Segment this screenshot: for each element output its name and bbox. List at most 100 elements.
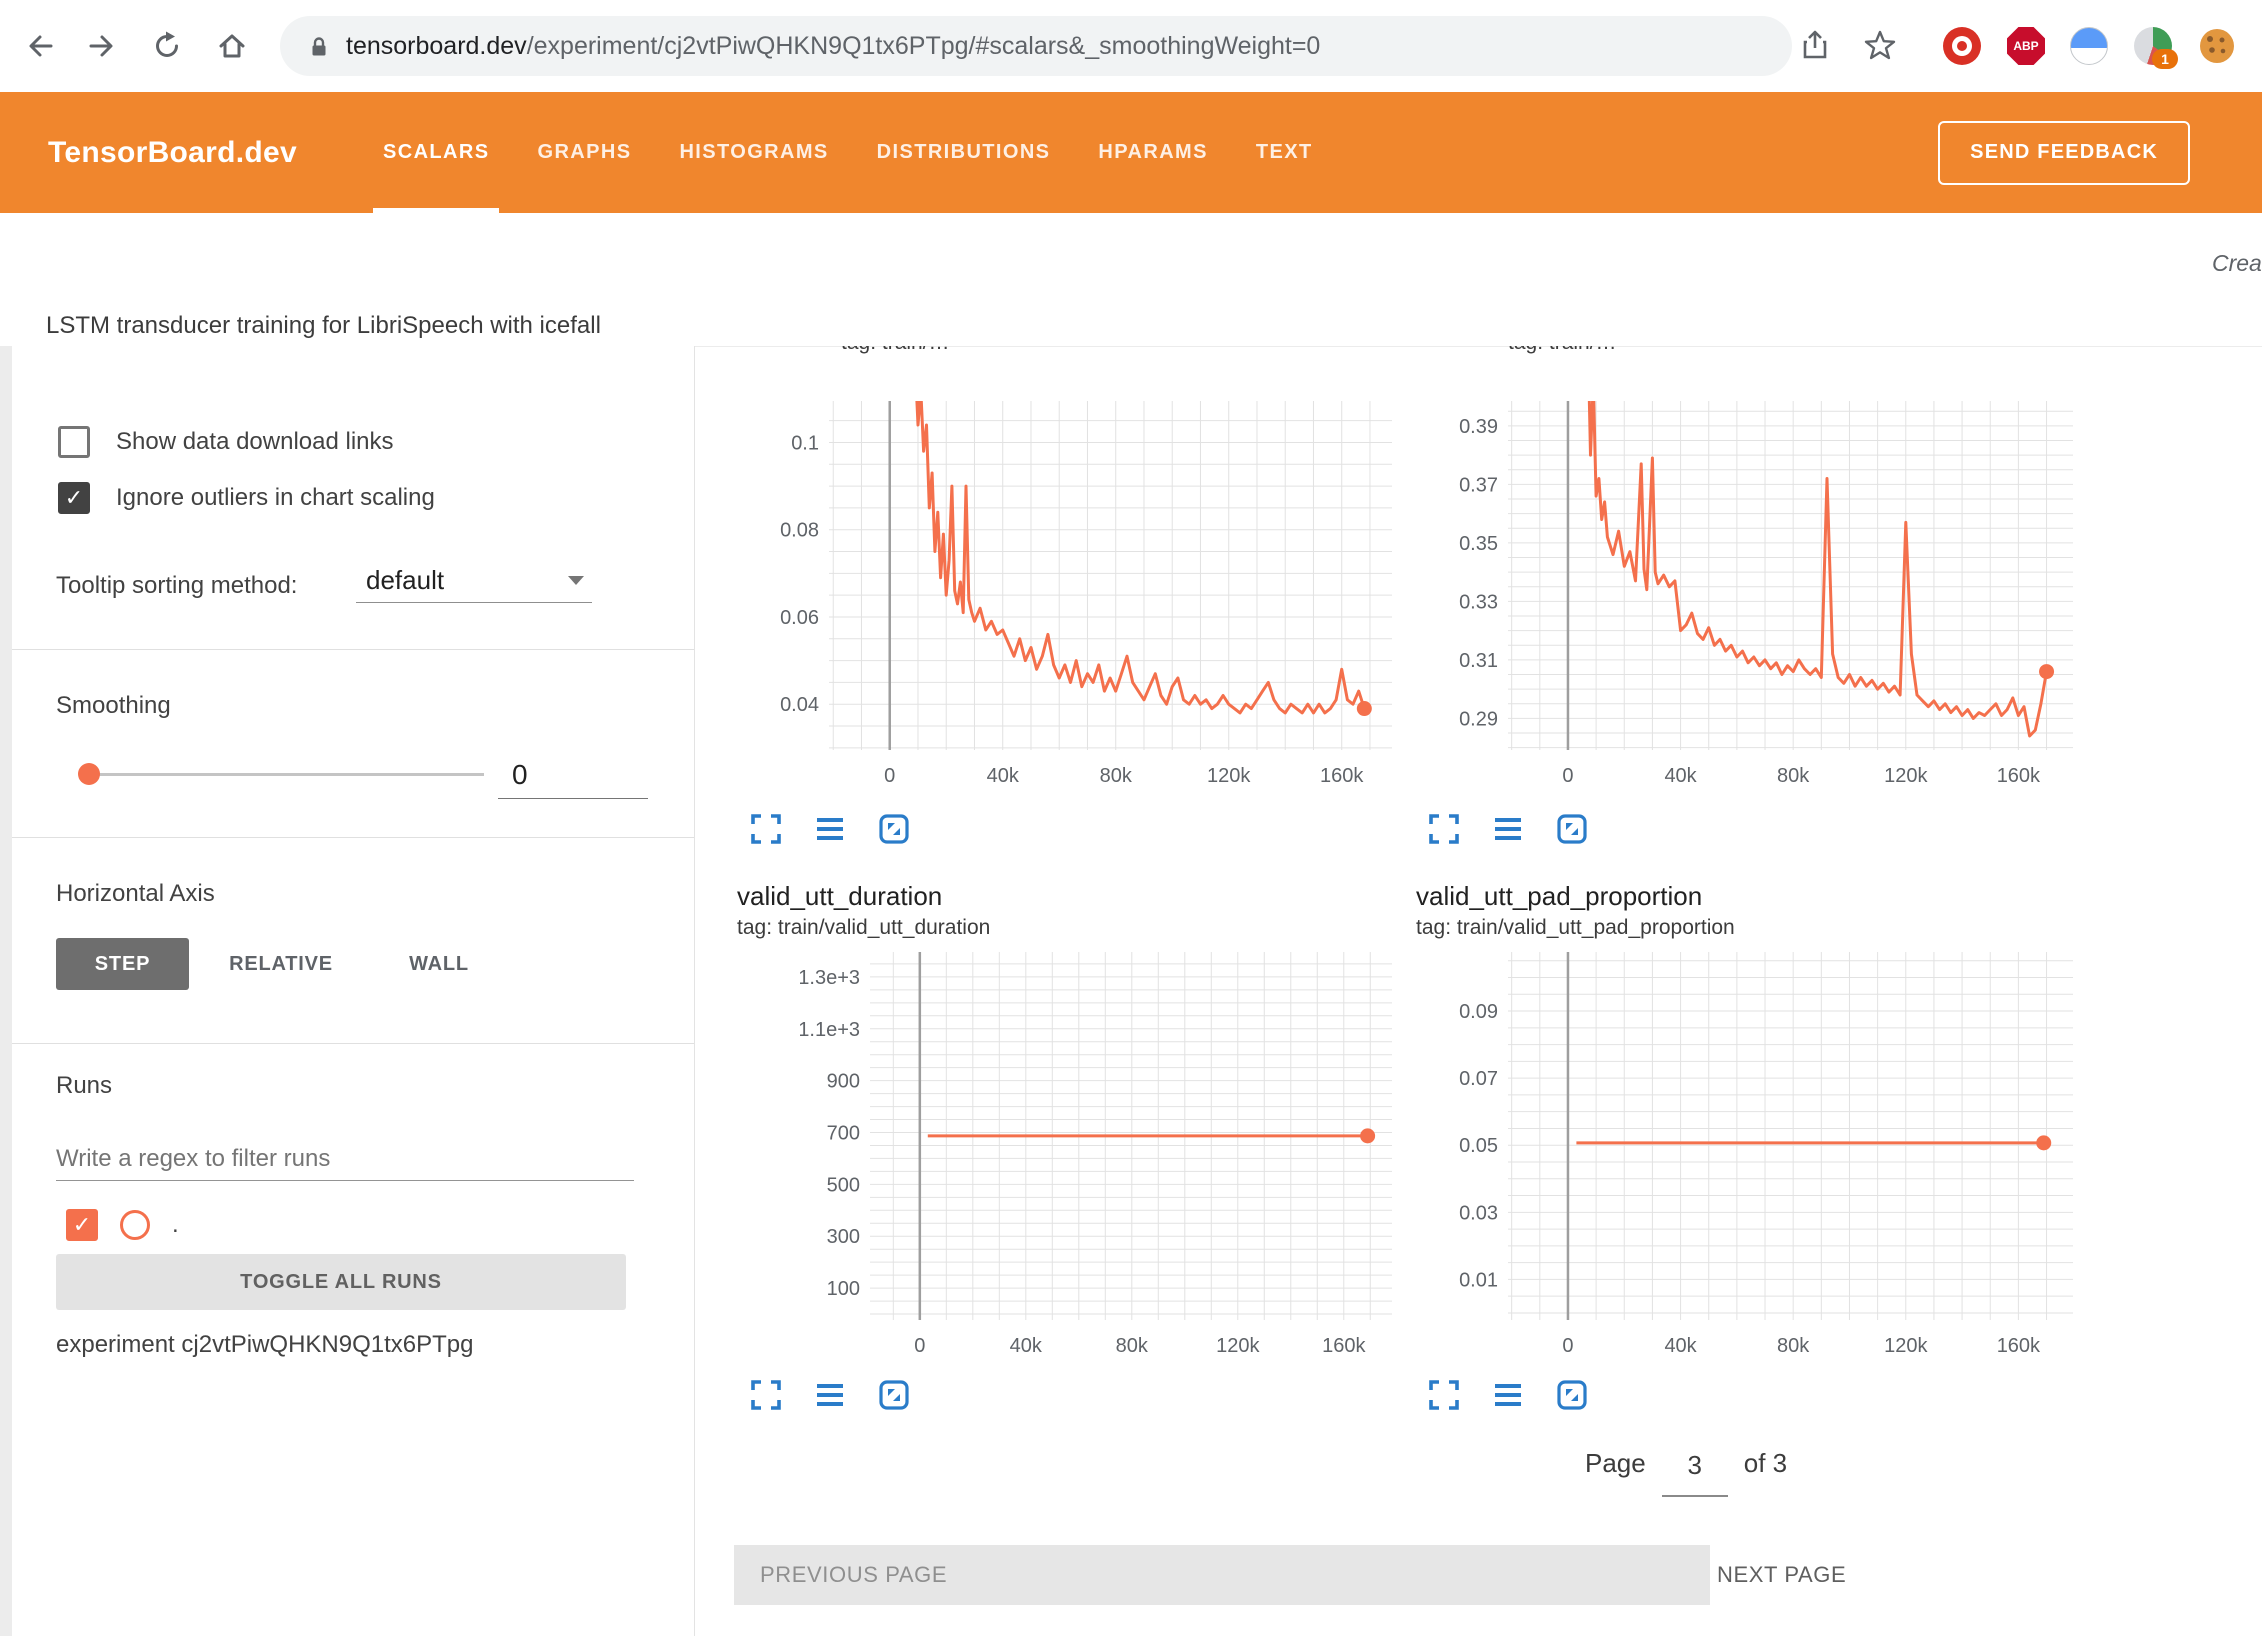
axis-relative-button[interactable]: RELATIVE bbox=[206, 938, 356, 990]
browser-chrome: tensorboard.dev/experiment/cj2vtPiwQHKN9… bbox=[0, 0, 2262, 92]
tab-scalars[interactable]: SCALARS bbox=[359, 92, 513, 213]
scalar-chart[interactable]: 040k80k120k160k0.040.060.080.1 bbox=[759, 393, 1400, 800]
fit-domain-icon[interactable] bbox=[1553, 1376, 1591, 1414]
settings-sidebar: Show data download links ✓ Ignore outlie… bbox=[12, 346, 695, 1636]
toggle-all-runs-button[interactable]: TOGGLE ALL RUNS bbox=[56, 1254, 626, 1310]
axis-wall-button[interactable]: WALL bbox=[384, 938, 494, 990]
runs-list-icon[interactable] bbox=[811, 1376, 849, 1414]
previous-page-button[interactable]: PREVIOUS PAGE bbox=[734, 1545, 1710, 1605]
chart-canvas[interactable]: 040k80k120k160k0.010.030.050.070.09 bbox=[1438, 944, 2081, 1365]
final-point-dot bbox=[1360, 1128, 1375, 1143]
url-domain: tensorboard.dev bbox=[346, 32, 527, 60]
gridlines bbox=[829, 401, 1392, 750]
tab-graphs[interactable]: GRAPHS bbox=[513, 92, 655, 213]
expand-chart-icon[interactable] bbox=[747, 810, 785, 848]
ignore-outliers-row[interactable]: ✓ Ignore outliers in chart scaling bbox=[58, 482, 435, 514]
run-list-item[interactable]: ✓ . bbox=[66, 1208, 179, 1242]
run-color-swatch-icon bbox=[120, 1210, 150, 1240]
smoothing-value-input[interactable]: 0 bbox=[498, 752, 648, 799]
run-line bbox=[1579, 393, 2046, 736]
next-page-button[interactable]: NEXT PAGE bbox=[1717, 1545, 1846, 1605]
y-tick-label: 0.03 bbox=[1459, 1202, 1498, 1224]
run-name: . bbox=[172, 1211, 179, 1239]
url-text: tensorboard.dev/experiment/cj2vtPiwQHKN9… bbox=[346, 32, 1320, 61]
chart-canvas[interactable]: 040k80k120k160k0.040.060.080.1 bbox=[759, 393, 1400, 795]
smoothing-slider-knob[interactable] bbox=[78, 763, 100, 785]
tab-histograms[interactable]: HISTOGRAMS bbox=[655, 92, 852, 213]
clipped-chart-tag: tag: train/… bbox=[1508, 346, 1868, 356]
url-bar[interactable]: tensorboard.dev/experiment/cj2vtPiwQHKN9… bbox=[280, 16, 1792, 76]
x-tick-label: 120k bbox=[1884, 765, 1928, 787]
reload-icon[interactable] bbox=[150, 29, 184, 63]
share-icon[interactable] bbox=[1798, 29, 1832, 63]
tab-distributions[interactable]: DISTRIBUTIONS bbox=[853, 92, 1075, 213]
run-checkbox-checked-icon[interactable]: ✓ bbox=[66, 1209, 98, 1241]
gridlines bbox=[1508, 401, 2073, 750]
cookie-icon[interactable] bbox=[2198, 27, 2236, 65]
page-gutter bbox=[0, 346, 12, 1636]
chart-title: valid_utt_duration bbox=[737, 881, 942, 912]
scalar-chart[interactable]: 040k80k120k160k1003005007009001.1e+31.3e… bbox=[800, 944, 1400, 1370]
tooltip-sorting-value: default bbox=[366, 565, 444, 596]
extension-blue-icon[interactable] bbox=[2070, 27, 2108, 65]
page-of-label: of 3 bbox=[1744, 1448, 1787, 1479]
smoothing-label: Smoothing bbox=[56, 691, 171, 721]
chart-canvas[interactable]: 040k80k120k160k1003005007009001.1e+31.3e… bbox=[800, 944, 1400, 1365]
chart-tag: tag: train/valid_utt_pad_proportion bbox=[1416, 916, 1735, 940]
x-tick-label: 40k bbox=[987, 765, 1020, 787]
x-tick-label: 0 bbox=[884, 765, 895, 787]
experiment-id-text: experiment cj2vtPiwQHKN9Q1tx6PTpg bbox=[56, 1330, 474, 1360]
scalar-chart[interactable]: 040k80k120k160k0.290.310.330.350.370.39 bbox=[1438, 393, 2081, 800]
runs-list-icon[interactable] bbox=[1489, 810, 1527, 848]
y-tick-label: 0.05 bbox=[1459, 1135, 1498, 1157]
y-tick-label: 100 bbox=[827, 1278, 860, 1300]
fit-domain-icon[interactable] bbox=[875, 1376, 913, 1414]
show-download-links-row[interactable]: Show data download links bbox=[58, 426, 394, 458]
profile-avatar[interactable]: 1 bbox=[2134, 27, 2172, 65]
scalar-chart[interactable]: 040k80k120k160k0.010.030.050.070.09 bbox=[1438, 944, 2081, 1370]
home-icon[interactable] bbox=[215, 29, 249, 63]
chart-toolbar bbox=[747, 810, 913, 848]
chart-canvas[interactable]: 040k80k120k160k0.290.310.330.350.370.39 bbox=[1438, 393, 2081, 795]
tab-hparams[interactable]: HPARAMS bbox=[1074, 92, 1231, 213]
tooltip-sorting-label: Tooltip sorting method: bbox=[56, 571, 297, 601]
app-logo[interactable]: TensorBoard.dev bbox=[48, 136, 297, 170]
y-tick-label: 0.37 bbox=[1459, 474, 1498, 496]
checkbox-checked-icon[interactable]: ✓ bbox=[58, 482, 90, 514]
tooltip-sorting-select[interactable]: default bbox=[356, 558, 592, 603]
x-tick-label: 160k bbox=[1997, 1335, 2041, 1357]
x-tick-label: 120k bbox=[1216, 1335, 1260, 1357]
expand-chart-icon[interactable] bbox=[747, 1376, 785, 1414]
y-tick-label: 0.04 bbox=[780, 694, 819, 716]
divider bbox=[12, 649, 694, 650]
adblock-plus-icon[interactable]: ABP bbox=[2007, 27, 2045, 65]
y-tick-label: 0.01 bbox=[1459, 1269, 1498, 1291]
runs-filter-input[interactable]: Write a regex to filter runs bbox=[56, 1138, 634, 1181]
runs-list-icon[interactable] bbox=[1489, 1376, 1527, 1414]
runs-list-icon[interactable] bbox=[811, 810, 849, 848]
forward-icon[interactable] bbox=[84, 29, 118, 63]
y-tick-label: 0.33 bbox=[1459, 591, 1498, 613]
y-tick-label: 0.06 bbox=[780, 607, 819, 629]
page-number-input[interactable]: 3 bbox=[1662, 1448, 1728, 1497]
expand-chart-icon[interactable] bbox=[1425, 1376, 1463, 1414]
x-tick-label: 80k bbox=[1100, 765, 1133, 787]
app-header: TensorBoard.dev SCALARSGRAPHSHISTOGRAMSD… bbox=[0, 92, 2262, 213]
bookmark-star-icon[interactable] bbox=[1863, 29, 1897, 63]
x-tick-label: 40k bbox=[1010, 1335, 1043, 1357]
fit-domain-icon[interactable] bbox=[875, 810, 913, 848]
axis-step-button[interactable]: STEP bbox=[56, 938, 189, 990]
checkbox-unchecked-icon[interactable] bbox=[58, 426, 90, 458]
x-tick-label: 120k bbox=[1207, 765, 1251, 787]
expand-chart-icon[interactable] bbox=[1425, 810, 1463, 848]
tab-text[interactable]: TEXT bbox=[1232, 92, 1337, 213]
smoothing-slider-track[interactable] bbox=[88, 773, 484, 776]
y-tick-label: 700 bbox=[827, 1122, 860, 1144]
send-feedback-button[interactable]: SEND FEEDBACK bbox=[1938, 121, 2190, 185]
y-tick-label: 300 bbox=[827, 1226, 860, 1248]
back-icon[interactable] bbox=[24, 29, 58, 63]
x-tick-label: 40k bbox=[1664, 765, 1697, 787]
extension-red-icon[interactable] bbox=[1943, 27, 1981, 65]
page-label: Page bbox=[1585, 1448, 1646, 1479]
fit-domain-icon[interactable] bbox=[1553, 810, 1591, 848]
